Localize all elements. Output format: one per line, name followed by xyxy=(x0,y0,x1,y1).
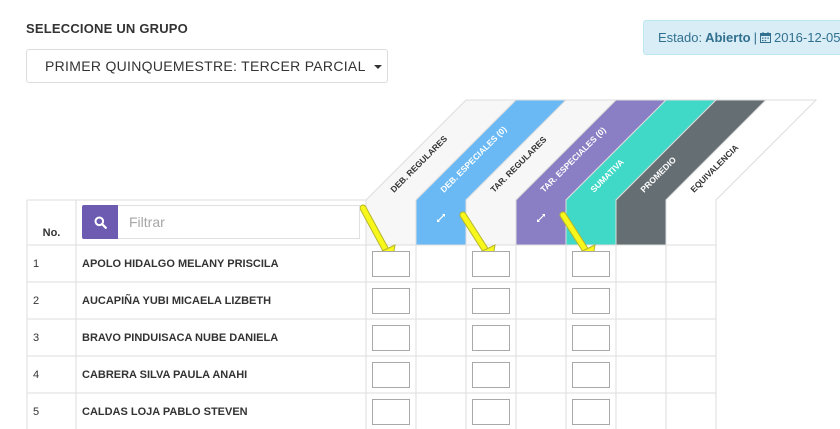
search-icon xyxy=(94,216,107,229)
grade-input-tar-regulares[interactable] xyxy=(472,251,510,277)
grade-input-tar-regulares[interactable] xyxy=(472,288,510,314)
row-number: 3 xyxy=(33,332,40,344)
student-name: APOLO HIDALGO MELANY PRISCILA xyxy=(82,258,279,270)
grade-input-sumativa[interactable] xyxy=(572,325,610,351)
student-name: CALDAS LOJA PABLO STEVEN xyxy=(82,406,248,418)
student-name: CABRERA SILVA PAULA ANAHI xyxy=(82,369,248,381)
grade-input-deb-regulares[interactable] xyxy=(372,362,410,388)
grade-input-deb-regulares[interactable] xyxy=(372,251,410,277)
search-button[interactable] xyxy=(82,205,118,239)
filter-group xyxy=(82,205,360,239)
grade-input-tar-regulares[interactable] xyxy=(472,362,510,388)
filter-input[interactable] xyxy=(118,205,360,239)
grade-input-sumativa[interactable] xyxy=(572,399,610,425)
grade-input-deb-regulares[interactable] xyxy=(372,288,410,314)
grade-input-deb-regulares[interactable] xyxy=(372,325,410,351)
student-name: AUCAPIÑA YUBI MICAELA LIZBETH xyxy=(82,295,272,307)
grade-input-tar-regulares[interactable] xyxy=(472,325,510,351)
number-column-header: No. xyxy=(42,227,61,239)
row-number: 1 xyxy=(33,258,40,270)
grade-input-sumativa[interactable] xyxy=(572,362,610,388)
grade-input-tar-regulares[interactable] xyxy=(472,399,510,425)
grade-input-deb-regulares[interactable] xyxy=(372,399,410,425)
row-number: 4 xyxy=(33,369,40,381)
student-name: BRAVO PINDUISACA NUBE DANIELA xyxy=(82,332,279,344)
row-number: 2 xyxy=(33,295,40,307)
grade-input-sumativa[interactable] xyxy=(572,251,610,277)
row-number: 5 xyxy=(33,406,40,418)
grade-input-sumativa[interactable] xyxy=(572,288,610,314)
